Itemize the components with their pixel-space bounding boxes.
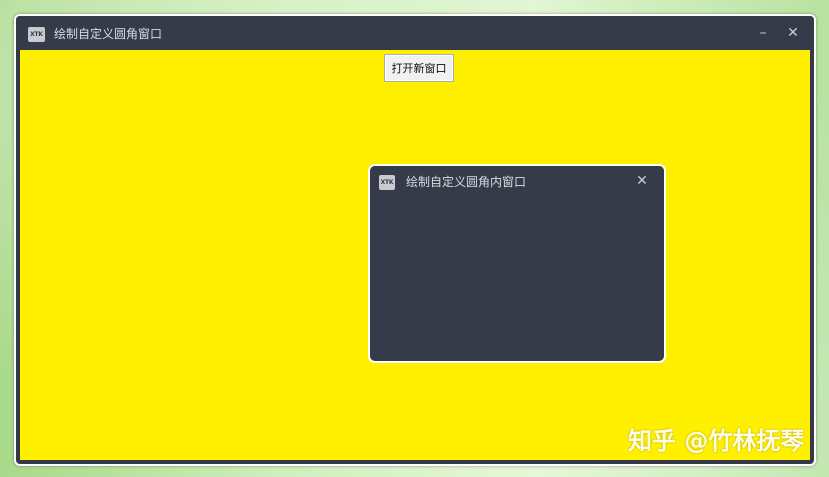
minimize-button[interactable]: –	[750, 22, 776, 44]
inner-window-title: 绘制自定义圆角内窗口	[406, 175, 527, 189]
minimize-icon: –	[759, 25, 767, 41]
inner-close-icon: ✕	[636, 173, 648, 189]
inner-window: XTK 绘制自定义圆角内窗口 ✕	[368, 164, 666, 363]
inner-titlebar[interactable]: XTK 绘制自定义圆角内窗口 ✕	[370, 166, 664, 198]
close-button[interactable]: ✕	[780, 22, 806, 44]
inner-app-logo-text: XTK	[380, 179, 394, 186]
app-logo-text: XTK	[30, 31, 43, 38]
inner-close-button[interactable]: ✕	[630, 170, 654, 192]
window-title: 绘制自定义圆角窗口	[54, 27, 163, 41]
inner-app-logo-icon: XTK	[379, 175, 395, 190]
open-new-window-button[interactable]: 打开新窗口	[384, 54, 454, 82]
client-area: 打开新窗口 XTK 绘制自定义圆角内窗口 ✕	[20, 50, 810, 460]
watermark: 知乎 @竹林抚琴	[628, 427, 805, 455]
main-titlebar[interactable]: XTK 绘制自定义圆角窗口 – ✕	[16, 16, 814, 50]
main-window: XTK 绘制自定义圆角窗口 – ✕ 打开新窗口 XTK 绘制自定义圆角内窗口 ✕	[14, 14, 816, 466]
app-logo-icon: XTK	[28, 27, 45, 42]
close-icon: ✕	[787, 25, 799, 41]
